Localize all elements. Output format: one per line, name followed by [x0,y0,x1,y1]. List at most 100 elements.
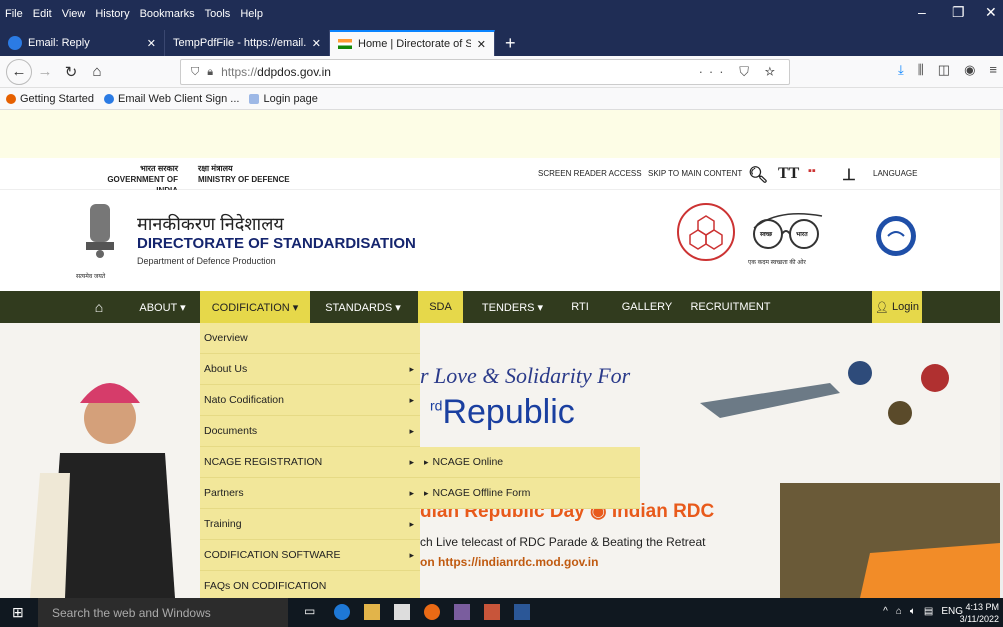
bookmark-email-web-client[interactable]: Email Web Client Sign ... [104,93,239,105]
dropdown-item[interactable]: About Us ▸ [200,354,420,385]
nav-about[interactable]: ABOUT ▾ [135,291,190,323]
chevron-right-icon: ▸ [409,549,414,560]
firefox-taskbar-icon[interactable] [424,604,440,620]
clock[interactable]: 4:13 PM 3/11/2022 [960,601,999,625]
menu-hamburger-icon[interactable]: ≡ [989,62,997,78]
browser-toolbar: ← → ↻ ⌂ ⛉ 🔒︎ https://ddpdos.gov.in ··· ⛉… [0,56,1003,88]
taskbar-search[interactable]: Search the web and Windows [38,598,288,627]
new-tab-button[interactable]: + [495,30,526,56]
dropdown-item[interactable]: Partners ▸ [200,478,420,509]
home-nav-icon[interactable]: ⌂ [74,291,124,323]
gov-bar: भारत सरकारGOVERNMENT OF INDIA रक्षा मंत्… [0,158,1000,195]
nav-rti[interactable]: RTI [560,291,600,323]
social-icon[interactable]: ▪▪ [808,165,816,177]
nav-recruitment[interactable]: RECRUITMENT [688,291,773,323]
bookmark-star-icon[interactable]: ☆ [765,64,781,79]
chevron-right-icon: ▸ [409,425,414,436]
hero-line-2: rdRepublic [430,393,575,431]
sitemap-icon[interactable]: ⊥ [842,165,856,185]
tab-title: Email: Reply [28,37,90,49]
tab-home-directorate[interactable]: Home | Directorate of Standard ✕ [330,30,495,56]
dropdown-item[interactable]: NCAGE REGISTRATION ▸ [200,447,420,478]
volume-icon[interactable]: 🔈︎ [910,606,916,617]
bookmark-login-page[interactable]: Login page [249,92,318,105]
app-icon[interactable] [454,604,470,620]
chevron-right-icon: ▸ [409,456,414,467]
submenu-item[interactable]: ▸ NCAGE Online [420,447,640,478]
store-icon[interactable] [394,604,410,620]
sidebar-icon[interactable]: ◫ [938,62,950,78]
reload-icon[interactable]: ↻ [58,59,84,85]
close-tab-icon[interactable]: ✕ [477,38,486,51]
file-explorer-icon[interactable] [364,604,380,620]
page-actions-icon[interactable]: ··· [699,64,730,79]
dropdown-item[interactable]: CODIFICATION SOFTWARE ▸ [200,540,420,571]
tab-temppdf[interactable]: TempPdfFile - https://email.gov.in/ ✕ [165,30,330,56]
menu-help[interactable]: Help [235,8,268,20]
dropdown-item[interactable]: Training ▸ [200,509,420,540]
dropdown-item-label: CODIFICATION SOFTWARE [204,549,341,561]
notification-icon[interactable]: ▤ [924,606,933,617]
edge-icon[interactable] [334,604,350,620]
nav-sda[interactable]: SDA [418,291,463,323]
menu-file[interactable]: File [0,8,28,20]
shield-icon[interactable]: ⛉ [191,66,199,79]
chevron-right-icon: ▸ [409,394,414,405]
dropdown-item[interactable]: Overview [200,323,420,354]
pocket-icon[interactable]: ⛉ [739,64,755,79]
forward-arrow-icon[interactable]: → [32,59,58,85]
hero-line-4: ch Live telecast of RDC Parade & Beating… [420,535,706,549]
tab-title: Home | Directorate of Standard [358,38,471,50]
bookmark-getting-started[interactable]: Getting Started [6,93,94,105]
chevron-up-icon[interactable]: ^ [883,606,888,617]
back-arrow-icon[interactable]: ← [6,58,32,85]
close-tab-icon[interactable]: ✕ [312,37,321,50]
close-tab-icon[interactable]: ✕ [147,37,156,50]
ncage-submenu: ▸ NCAGE Online ▸ NCAGE Offline Form [420,447,640,509]
dropdown-item[interactable]: FAQs ON CODIFICATION [200,571,420,598]
tab-title: TempPdfFile - https://email.gov.in/ [173,37,306,49]
nav-standards[interactable]: STANDARDS ▾ [318,291,408,323]
download-icon[interactable]: ⤓ [898,62,904,78]
restore-icon[interactable]: ❐ [952,4,965,21]
windows-start-icon[interactable]: ⊞ [12,604,24,621]
menu-history[interactable]: History [90,8,134,20]
email-icon [104,93,114,104]
dropdown-item[interactable]: Nato Codification ▸ [200,385,420,416]
photoshop-icon[interactable] [484,604,500,620]
menu-edit[interactable]: Edit [28,8,57,20]
cqa-logo-icon [876,216,916,256]
text-size-icon[interactable]: TT [778,165,799,183]
word-icon[interactable] [514,604,530,620]
toolbar-right: ⤓ ⫼ ◫ ◉ ≡ [898,62,997,78]
account-icon[interactable]: ◉ [964,62,975,78]
nav-gallery[interactable]: GALLERY [612,291,682,323]
tab-email-reply[interactable]: Email: Reply ✕ [0,30,165,56]
minimize-icon[interactable]: – [918,4,926,20]
firefox-icon [6,93,16,104]
lock-icon[interactable]: 🔒︎ [207,66,213,79]
language-link[interactable]: LANGUAGE [873,169,917,178]
menu-tools[interactable]: Tools [200,8,236,20]
bookmark-label: Login page [263,92,318,105]
home-icon[interactable]: ⌂ [84,59,110,85]
menu-view[interactable]: View [57,8,91,20]
skip-main-content-link[interactable]: SKIP TO MAIN CONTENT [648,169,742,178]
screen-reader-link[interactable]: SCREEN READER ACCESS [538,169,642,178]
url-bar[interactable]: ⛉ 🔒︎ https://ddpdos.gov.in ··· ⛉ ☆ [180,59,790,85]
nav-codification[interactable]: CODIFICATION ▾ [200,291,310,323]
library-icon[interactable]: ⫼ [918,62,924,78]
menu-bookmarks[interactable]: Bookmarks [135,8,200,20]
close-window-icon[interactable]: ✕ [985,4,997,21]
dropdown-item[interactable]: Documents ▸ [200,416,420,447]
chevron-right-icon: ▸ [409,518,414,529]
login-button[interactable]: 👤︎ Login [872,291,922,323]
task-view-icon[interactable]: ▭ [304,604,320,620]
india-flag-favicon-icon [338,39,352,49]
network-icon[interactable]: ⌂ [896,606,902,617]
submenu-item[interactable]: ▸ NCAGE Offline Form [420,478,640,509]
nav-tenders[interactable]: TENDERS ▾ [475,291,550,323]
search-icon[interactable]: 🔍︎ [748,165,768,185]
site-subtitle: Department of Defence Production [137,256,276,266]
emblem-motto: सत्यमेव जयते [76,274,106,280]
